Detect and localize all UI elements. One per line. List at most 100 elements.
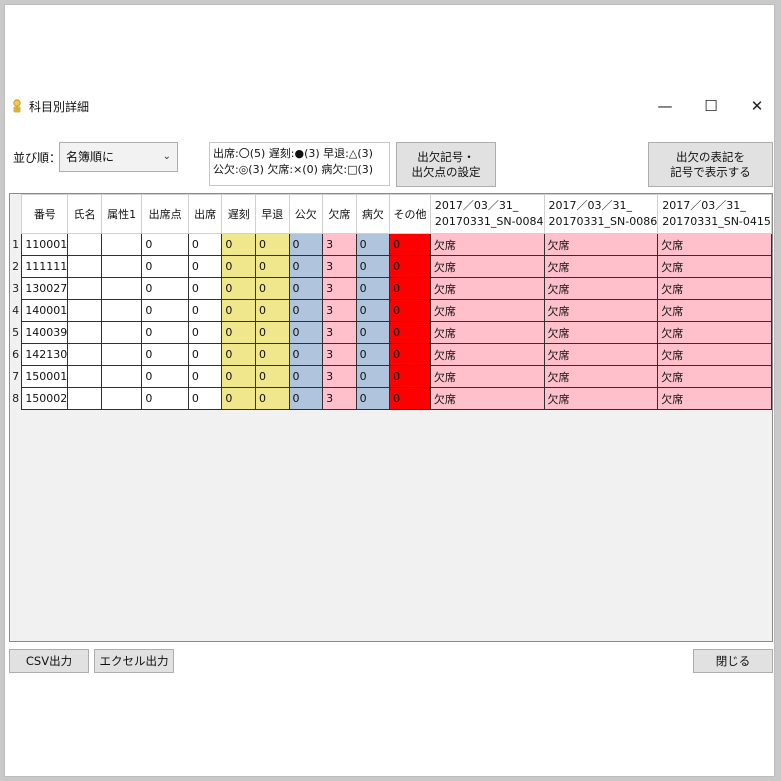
grid-cell[interactable]: 0 — [187, 277, 223, 300]
grid-cell[interactable]: 0 — [288, 255, 324, 278]
table-row[interactable]: 2 111111 0 0 0 0 0 3 0 0 欠席 欠席 欠席 — [10, 255, 772, 278]
grid-cell[interactable] — [100, 387, 143, 410]
grid-cell[interactable]: 欠席 — [657, 299, 772, 322]
column-header[interactable]: 2017／03／31_ 20170331_SN-0086 — [543, 194, 659, 234]
column-header[interactable]: 氏名 — [67, 194, 102, 234]
grid-cell[interactable]: 3 — [322, 321, 357, 344]
grid-cell[interactable] — [100, 299, 143, 322]
grid-cell[interactable]: 0 — [187, 321, 223, 344]
grid-cell[interactable]: 0 — [389, 343, 431, 366]
grid-cell[interactable]: 欠席 — [657, 343, 772, 366]
grid-cell[interactable]: 0 — [389, 365, 431, 388]
grid-cell[interactable]: 欠席 — [429, 255, 545, 278]
grid-cell[interactable]: 0 — [288, 277, 324, 300]
grid-cell[interactable]: 0 — [355, 277, 391, 300]
table-row[interactable]: 4 140001 0 0 0 0 0 3 0 0 欠席 欠席 欠席 — [10, 299, 772, 322]
grid-cell[interactable] — [67, 299, 102, 322]
grid-cell[interactable]: 0 — [254, 255, 290, 278]
grid-cell[interactable]: 0 — [254, 387, 290, 410]
grid-cell[interactable]: 3 — [322, 365, 357, 388]
grid-cell[interactable]: 0 — [141, 277, 189, 300]
grid-cell[interactable]: 0 — [141, 233, 189, 256]
grid-cell[interactable]: 欠席 — [429, 299, 545, 322]
grid-cell[interactable]: 欠席 — [657, 277, 772, 300]
grid-cell[interactable] — [100, 321, 143, 344]
table-row[interactable]: 6 142130 0 0 0 0 0 3 0 0 欠席 欠席 欠席 — [10, 343, 772, 366]
grid-cell[interactable] — [100, 233, 143, 256]
grid-cell[interactable]: 140039 — [21, 321, 69, 344]
grid-cell[interactable] — [100, 343, 143, 366]
table-row[interactable]: 7 150001 0 0 0 0 0 3 0 0 欠席 欠席 欠席 — [10, 365, 772, 388]
csv-export-button[interactable]: CSV出力 — [9, 649, 89, 673]
grid-cell[interactable]: 欠席 — [543, 321, 659, 344]
column-header[interactable]: 病欠 — [355, 194, 391, 234]
column-header[interactable]: 出席点 — [141, 194, 189, 234]
grid-cell[interactable]: 欠席 — [429, 277, 545, 300]
maximize-icon[interactable]: ☐ — [691, 93, 731, 119]
grid-cell[interactable]: 142130 — [21, 343, 69, 366]
column-header[interactable]: 早退 — [254, 194, 290, 234]
table-row[interactable]: 8 150002 0 0 0 0 0 3 0 0 欠席 欠席 欠席 — [10, 387, 772, 410]
grid-cell[interactable]: 0 — [141, 255, 189, 278]
grid-cell[interactable]: 0 — [141, 365, 189, 388]
grid-cell[interactable]: 0 — [288, 387, 324, 410]
column-header[interactable]: 属性1 — [100, 194, 143, 234]
grid-cell[interactable] — [100, 277, 143, 300]
grid-cell[interactable]: 110001 — [21, 233, 69, 256]
grid-cell[interactable]: 欠席 — [429, 365, 545, 388]
grid-cell[interactable]: 3 — [322, 255, 357, 278]
grid-cell[interactable] — [67, 365, 102, 388]
grid-cell[interactable]: 111111 — [21, 255, 69, 278]
grid-cell[interactable]: 0 — [221, 387, 256, 410]
grid-cell[interactable]: 0 — [141, 321, 189, 344]
grid-cell[interactable]: 0 — [389, 299, 431, 322]
grid-cell[interactable]: 140001 — [21, 299, 69, 322]
symbol-settings-button[interactable]: 出欠記号・ 出欠点の設定 — [396, 142, 496, 187]
grid-cell[interactable]: 0 — [355, 387, 391, 410]
grid-cell[interactable] — [67, 233, 102, 256]
column-header[interactable]: 番号 — [21, 194, 69, 234]
grid-cell[interactable]: 150001 — [21, 365, 69, 388]
grid-cell[interactable]: 欠席 — [429, 233, 545, 256]
column-header[interactable]: 2017／03／31_ 20170331_SN-0084 — [429, 194, 545, 234]
grid-cell[interactable]: 0 — [389, 277, 431, 300]
grid-cell[interactable]: 0 — [254, 321, 290, 344]
grid-cell[interactable]: 0 — [221, 343, 256, 366]
grid-cell[interactable]: 0 — [221, 365, 256, 388]
grid-cell[interactable]: 欠席 — [543, 387, 659, 410]
grid-cell[interactable]: 0 — [355, 299, 391, 322]
grid-cell[interactable]: 0 — [355, 233, 391, 256]
grid-cell[interactable]: 0 — [221, 233, 256, 256]
grid-cell[interactable] — [67, 277, 102, 300]
grid-cell[interactable]: 130027 — [21, 277, 69, 300]
grid-cell[interactable]: 欠席 — [429, 343, 545, 366]
column-header[interactable]: 欠席 — [322, 194, 357, 234]
grid-cell[interactable]: 0 — [141, 343, 189, 366]
grid-cell[interactable]: 0 — [221, 299, 256, 322]
grid-cell[interactable]: 0 — [221, 255, 256, 278]
grid-cell[interactable]: 欠席 — [543, 343, 659, 366]
grid-cell[interactable]: 0 — [288, 321, 324, 344]
grid-cell[interactable]: 0 — [254, 233, 290, 256]
grid-cell[interactable]: 3 — [322, 387, 357, 410]
column-header[interactable]: 出席 — [187, 194, 223, 234]
grid-cell[interactable]: 欠席 — [543, 365, 659, 388]
close-icon[interactable]: ✕ — [737, 93, 777, 119]
table-row[interactable]: 1 110001 0 0 0 0 0 3 0 0 欠席 欠席 欠席 — [10, 233, 772, 256]
grid-cell[interactable]: 0 — [389, 255, 431, 278]
grid-cell[interactable]: 欠席 — [657, 233, 772, 256]
grid-cell[interactable]: 3 — [322, 343, 357, 366]
grid-cell[interactable]: 欠席 — [657, 321, 772, 344]
grid-cell[interactable]: 0 — [187, 387, 223, 410]
grid-cell[interactable]: 0 — [355, 255, 391, 278]
grid-cell[interactable]: 欠席 — [657, 387, 772, 410]
grid-cell[interactable]: 0 — [288, 299, 324, 322]
minimize-icon[interactable]: — — [645, 93, 685, 119]
grid-cell[interactable]: 3 — [322, 299, 357, 322]
grid-cell[interactable] — [67, 387, 102, 410]
column-header[interactable]: その他 — [389, 194, 431, 234]
grid-cell[interactable]: 0 — [254, 299, 290, 322]
grid-cell[interactable]: 0 — [389, 233, 431, 256]
grid-cell[interactable] — [67, 255, 102, 278]
grid-cell[interactable]: 0 — [355, 343, 391, 366]
